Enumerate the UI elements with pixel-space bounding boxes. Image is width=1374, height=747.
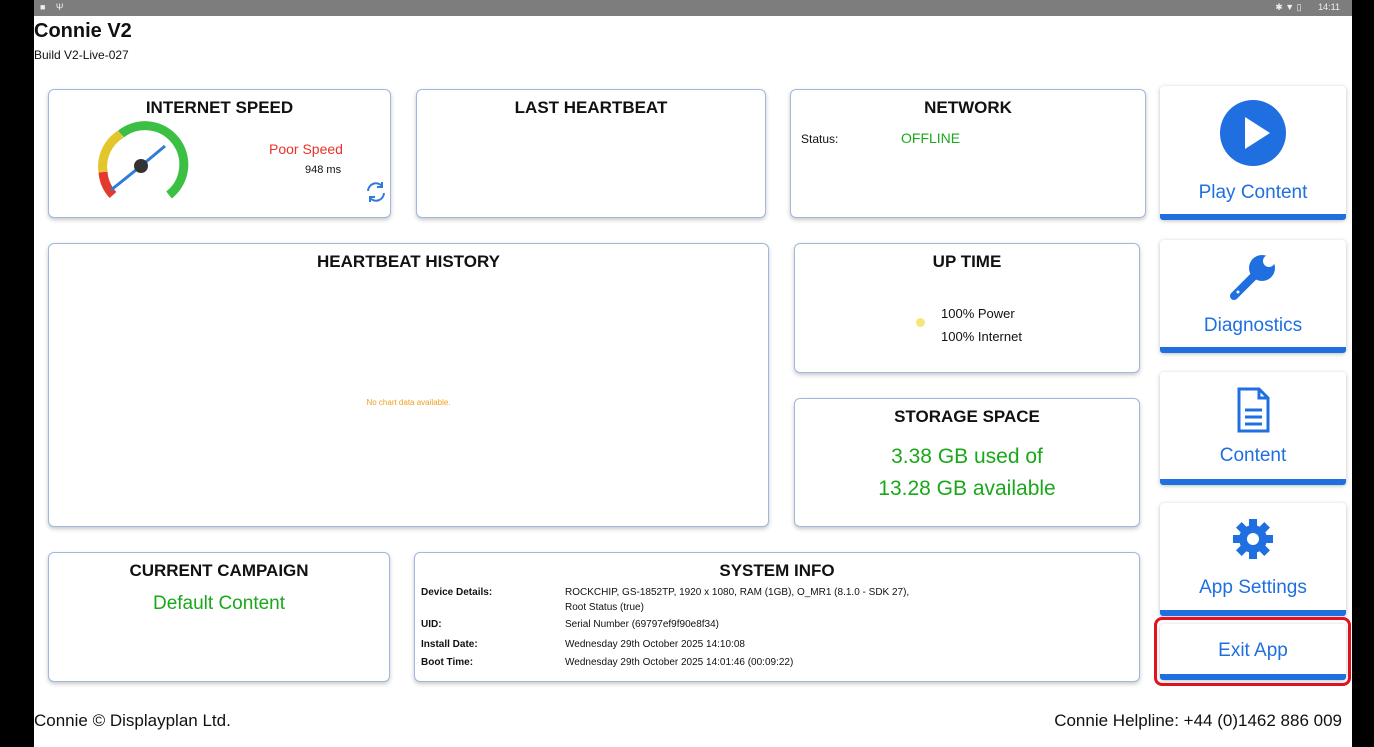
storage-space-title: STORAGE SPACE (894, 407, 1040, 426)
diagnostics-bar (1160, 347, 1346, 353)
last-heartbeat-card: LAST HEARTBEAT (416, 89, 766, 218)
system-info-card: SYSTEM INFO Device Details: ROCKCHIP, GS… (414, 552, 1140, 682)
play-content-button[interactable]: Play Content (1160, 86, 1346, 220)
sysinfo-device-value: ROCKCHIP, GS-1852TP, 1920 x 1080, RAM (1… (565, 587, 910, 598)
network-title: NETWORK (924, 98, 1012, 117)
system-status-bar: ■ Ψ ✱ ▼ ▯ 14:11 (34, 0, 1352, 16)
up-time-card: UP TIME 100% Power 100% Internet (794, 243, 1140, 373)
sysinfo-boot-value: Wednesday 29th October 2025 14:01:46 (00… (565, 657, 794, 668)
uptime-internet: 100% Internet (941, 329, 1022, 344)
app-settings-bar (1160, 610, 1346, 616)
refresh-icon[interactable] (363, 179, 389, 205)
speed-latency: 948 ms (305, 164, 342, 176)
sysinfo-device-value-2: Root Status (true) (565, 602, 644, 613)
storage-used: 3.38 GB used of (891, 445, 1043, 468)
sysinfo-install-value: Wednesday 29th October 2025 14:10:08 (565, 639, 745, 650)
storage-available: 13.28 GB available (878, 477, 1056, 500)
sysinfo-uid-label: UID: (421, 619, 442, 630)
internet-speed-title: INTERNET SPEED (145, 98, 294, 117)
speed-quality: Poor Speed (269, 141, 343, 157)
current-campaign-card: CURRENT CAMPAIGN Default Content (48, 552, 390, 682)
internet-speed-card: INTERNET SPEED Poor Speed 948 ms (48, 89, 391, 218)
last-heartbeat-title: LAST HEARTBEAT (514, 98, 668, 117)
uptime-power: 100% Power (941, 306, 1015, 321)
network-status-value: OFFLINE (901, 130, 961, 146)
document-icon (1237, 387, 1270, 433)
sysinfo-boot-label: Boot Time: (421, 657, 474, 668)
system-info-title: SYSTEM INFO (719, 561, 835, 580)
app-screen: ■ Ψ ✱ ▼ ▯ 14:11 Connie V2 Build V2-Live-… (34, 0, 1352, 747)
build-version: Build V2-Live-027 (34, 48, 129, 62)
play-icon (1220, 100, 1286, 166)
exit-app-bar (1160, 674, 1346, 680)
gear-icon (1233, 519, 1273, 559)
exit-app-button[interactable]: Exit App (1160, 624, 1346, 680)
app-title: Connie V2 (34, 20, 132, 42)
footer-helpline: Connie Helpline: +44 (0)1462 886 009 (1054, 711, 1342, 730)
up-time-title: UP TIME (932, 252, 1002, 271)
sysinfo-install-label: Install Date: (421, 639, 478, 650)
play-content-label: Play Content (1198, 182, 1308, 203)
uptime-chart-dot (916, 318, 925, 327)
content-label: Content (1219, 445, 1287, 466)
wrench-icon (1230, 255, 1275, 300)
diagnostics-button[interactable]: Diagnostics (1160, 240, 1346, 353)
current-campaign-title: CURRENT CAMPAIGN (129, 561, 309, 580)
heartbeat-history-title: HEARTBEAT HISTORY (317, 252, 500, 271)
footer-copyright: Connie © Displayplan Ltd. (34, 711, 231, 730)
status-connectivity-icons: ✱ ▼ ▯ (1275, 2, 1302, 12)
speed-gauge-icon (98, 121, 189, 199)
play-content-bar (1160, 214, 1346, 220)
app-settings-button[interactable]: App Settings (1160, 503, 1346, 616)
status-clock: 14:11 (1318, 2, 1340, 12)
sysinfo-device-label: Device Details: (421, 587, 493, 598)
heartbeat-history-card: HEARTBEAT HISTORY No chart data availabl… (48, 243, 769, 527)
content-button[interactable]: Content (1160, 372, 1346, 485)
status-right-area: ✱ ▼ ▯ 14:11 (1275, 2, 1340, 13)
app-settings-label: App Settings (1199, 577, 1307, 598)
diagnostics-label: Diagnostics (1203, 315, 1303, 336)
content-bar (1160, 479, 1346, 485)
network-status-label: Status: (801, 132, 839, 146)
network-card: NETWORK Status: OFFLINE (790, 89, 1146, 218)
status-notification-icons: ■ Ψ (40, 2, 68, 12)
exit-app-label: Exit App (1218, 640, 1288, 661)
current-campaign-value: Default Content (152, 593, 286, 614)
sysinfo-uid-value: Serial Number (69797ef9f90e8f34) (565, 619, 719, 630)
chart-empty-message: No chart data available. (366, 398, 451, 407)
storage-space-card: STORAGE SPACE 3.38 GB used of 13.28 GB a… (794, 398, 1140, 527)
